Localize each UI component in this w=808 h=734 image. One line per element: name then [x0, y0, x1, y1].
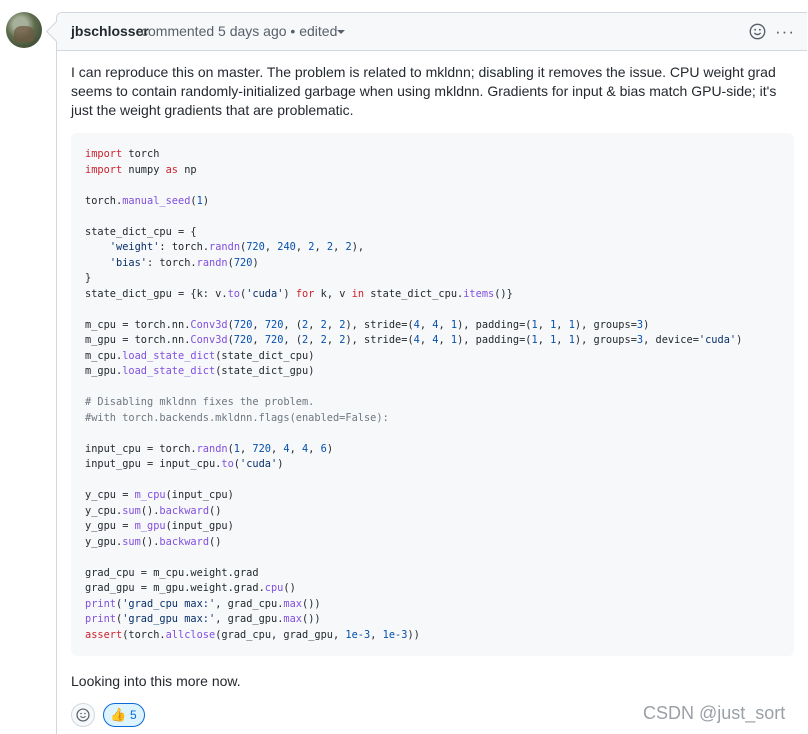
code-line: import torch — [85, 148, 160, 160]
avatar[interactable] — [6, 12, 42, 48]
code-line: assert(torch.allclose(grad_cpu, grad_gpu… — [85, 628, 420, 641]
code-line: torch.manual_seed(1) — [85, 194, 210, 207]
code-line: # Disabling mkldnn fixes the problem. — [85, 396, 315, 408]
smiley-icon — [76, 708, 90, 722]
code-line: grad_gpu = m_gpu.weight.grad.cpu() — [85, 582, 296, 594]
code-line: y_cpu.sum().backward() — [85, 504, 222, 517]
code-line: input_cpu = torch.randn(1, 720, 4, 4, 6) — [85, 442, 334, 455]
reaction-count: 5 — [130, 708, 137, 722]
comment-footer: Looking into this more now. — [71, 673, 241, 689]
comment-meta[interactable]: commented 5 days ago • edited — [141, 13, 337, 50]
code-line: state_dict_gpu = {k: v.to('cuda') for k,… — [85, 287, 513, 300]
code-block: import torch import numpy as np torch.manu… — [71, 133, 794, 656]
watermark: CSDN @just_sort — [643, 703, 786, 723]
comment-body: I can reproduce this on master. The prob… — [71, 64, 777, 118]
add-reaction-button[interactable] — [71, 703, 95, 727]
smiley-icon[interactable] — [749, 23, 766, 40]
code-line: print('grad_gpu max:', grad_gpu.max()) — [85, 613, 321, 625]
kebab-horizontal-icon[interactable]: ··· — [775, 13, 795, 50]
code-line: m_cpu = torch.nn.Conv3d(720, 720, (2, 2,… — [85, 318, 650, 331]
code-line: 'weight': torch.randn(720, 240, 2, 2, 2)… — [109, 241, 365, 253]
thumbs-up-reaction-button[interactable]: 👍 5 — [103, 703, 145, 727]
code-line: m_cpu.load_state_dict(state_dict_cpu) — [85, 349, 315, 362]
code-line: } — [85, 272, 92, 284]
code-line: grad_cpu = m_cpu.weight.grad — [85, 566, 259, 579]
code-line: y_gpu.sum().backward() — [85, 535, 222, 548]
code-line: m_gpu.load_state_dict(state_dict_gpu) — [85, 365, 315, 377]
code-line: m_gpu = torch.nn.Conv3d(720, 720, (2, 2,… — [85, 334, 743, 346]
thumbs-up-icon: 👍 — [110, 707, 127, 722]
code-line: y_gpu = m_gpu(input_gpu) — [85, 520, 234, 532]
comment-container: jbschlosser commented 5 days ago • edite… — [56, 12, 807, 734]
code-line: y_cpu = m_cpu(input_cpu) — [85, 489, 234, 501]
caret-down-icon[interactable] — [337, 30, 345, 34]
author-link[interactable]: jbschlosser — [71, 13, 149, 50]
code-line: state_dict_cpu = { — [85, 225, 197, 238]
comment-header: jbschlosser commented 5 days ago • edite… — [57, 13, 807, 51]
code-line: import numpy as np — [85, 163, 197, 176]
code-line: 'bias': torch.randn(720) — [109, 256, 259, 269]
code-line: #with torch.backends.mkldnn.flags(enable… — [85, 411, 389, 424]
code-line: print('grad_cpu max:', grad_cpu.max()) — [85, 597, 321, 610]
code-line: input_gpu = input_cpu.to('cuda') — [85, 458, 284, 470]
